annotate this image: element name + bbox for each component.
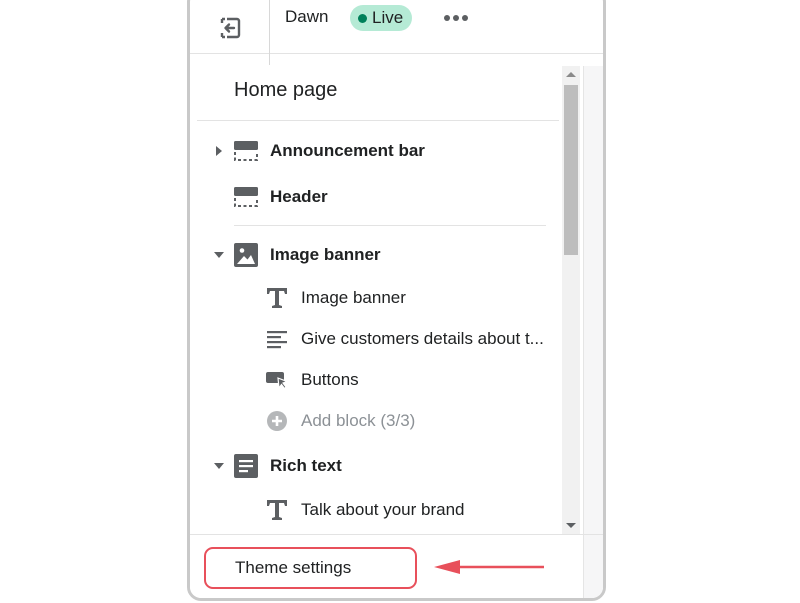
caret-right-icon[interactable] [216,146,222,156]
block-label: Buttons [301,370,359,389]
theme-settings-button[interactable]: Theme settings [204,547,417,589]
preview-edge [583,66,603,534]
button-cursor-icon [266,372,288,390]
theme-name: Dawn [285,7,329,26]
section-label: Announcement bar [270,141,425,160]
scroll-down-icon[interactable] [566,523,576,528]
more-actions-button[interactable] [444,5,468,31]
block-rich-text-heading[interactable]: Talk about your brand [197,492,562,528]
theme-settings-label: Theme settings [235,558,352,577]
section-tree: Home page Announcement bar Header Image … [197,66,562,534]
image-icon [234,243,258,267]
more-dot [462,15,468,21]
block-label: Image banner [301,288,406,307]
caret-down-icon[interactable] [214,463,224,469]
exit-icon [220,17,240,39]
theme-editor-panel: Dawn Live Home page Announcement bar Hea… [187,0,606,601]
vertical-scrollbar[interactable] [562,66,580,534]
more-dot [453,15,459,21]
section-header-icon [234,141,258,161]
editor-topbar: Dawn Live [190,0,603,65]
preview-edge [583,535,603,598]
page-title: Home page [234,79,338,101]
block-image-banner-text[interactable]: Give customers details about t... [197,321,562,357]
section-rich-text[interactable]: Rich text [197,448,562,484]
section-header[interactable]: Header [197,179,562,215]
exit-button[interactable] [190,3,269,53]
paragraph-icon [267,331,287,349]
block-image-banner-heading[interactable]: Image banner [197,280,562,316]
section-label: Image banner [270,245,381,264]
scroll-up-icon[interactable] [566,72,576,77]
divider [234,225,546,226]
editor-footer: Theme settings [190,534,603,598]
topbar-divider [269,0,270,65]
block-label: Add block (3/3) [301,411,416,430]
status-dot-icon [358,13,367,23]
section-label: Rich text [270,456,342,475]
status-badge: Live [350,5,413,31]
caret-down-icon[interactable] [214,252,224,258]
more-horizontal-icon [444,15,450,21]
scrollbar-thumb[interactable] [564,85,578,255]
text-icon [267,500,287,520]
status-badge-label: Live [372,8,404,27]
block-label: Give customers details about t... [301,329,544,348]
arrow-left-icon [434,560,544,574]
block-label: Talk about your brand [301,500,465,519]
add-block-button[interactable]: Add block (3/3) [197,403,562,439]
divider [197,120,559,121]
text-icon [267,288,287,308]
section-label: Header [270,187,328,206]
section-image-banner[interactable]: Image banner [197,237,562,273]
block-image-banner-buttons[interactable]: Buttons [197,362,562,398]
add-circle-icon [267,411,287,431]
section-header-icon [234,187,258,207]
section-announcement-bar[interactable]: Announcement bar [197,133,562,169]
rich-text-icon [234,454,258,478]
